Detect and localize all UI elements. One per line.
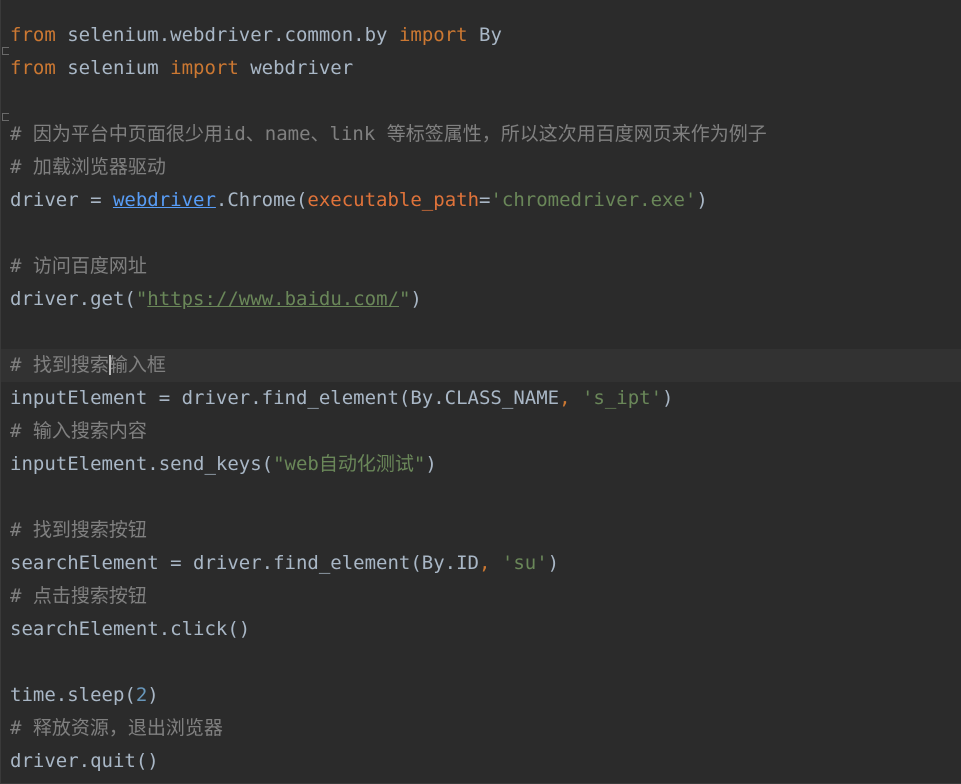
code-line[interactable] (10, 217, 961, 250)
code-token-url: https://www.baidu.com/ (147, 288, 399, 310)
code-line[interactable]: # 点击搜索按钮 (10, 580, 961, 613)
code-token-cm: # 释放资源，退出浏览器 (10, 717, 223, 739)
code-line[interactable] (10, 85, 961, 118)
code-line[interactable]: inputElement = driver.find_element(By.CL… (10, 382, 961, 415)
code-line[interactable]: # 输入搜索内容 (10, 415, 961, 448)
code-line[interactable]: searchElement = driver.find_element(By.I… (10, 547, 961, 580)
code-token-id: inputElement.send_keys( (10, 453, 274, 475)
code-token-kw: from (10, 57, 56, 79)
code-token-punc: , (559, 387, 582, 409)
code-line[interactable] (10, 481, 961, 514)
code-token-str: "web自动化测试" (273, 453, 426, 475)
code-token-id: ) (425, 453, 437, 475)
code-line[interactable]: from selenium import webdriver (10, 52, 961, 85)
code-token-id: selenium (55, 57, 171, 79)
code-token-cm: # 找到搜索按钮 (10, 519, 147, 541)
code-token-str: 'chromedriver.exe' (490, 189, 697, 211)
code-token-id: ) (547, 552, 560, 574)
code-line[interactable]: # 因为平台中页面很少用id、name、link 等标签属性，所以这次用百度网页… (10, 118, 961, 151)
code-token-str: 'su' (501, 552, 548, 574)
code-line[interactable]: # 加载浏览器驱动 (10, 151, 961, 184)
code-token-id: time.sleep( (10, 684, 136, 706)
code-token-id: driver.quit() (10, 750, 159, 772)
code-token-id: .Chrome( (215, 189, 308, 211)
code-line[interactable]: # 访问百度网址 (10, 250, 961, 283)
code-token-id: = (479, 189, 491, 211)
code-line-current[interactable]: # 找到搜索输入框 (1, 349, 961, 382)
code-token-link[interactable]: webdriver (113, 189, 216, 211)
code-token-id: inputElement = driver.find_element(By.CL… (10, 387, 560, 409)
code-token-kw: from (10, 24, 56, 46)
code-token-str: " (135, 288, 148, 310)
code-token-cm: # 找到搜索输入框 (10, 354, 166, 376)
code-token-num: 2 (135, 684, 148, 706)
code-editor[interactable]: from selenium.webdriver.common.by import… (0, 0, 961, 784)
code-token-cm: # 因为平台中页面很少用id、name、link 等标签属性，所以这次用百度网页… (10, 123, 767, 145)
code-line[interactable]: time.sleep(2) (10, 679, 961, 712)
code-line[interactable] (10, 646, 961, 679)
code-token-id: ) (147, 684, 159, 706)
code-line[interactable]: driver = webdriver.Chrome(executable_pat… (10, 184, 961, 217)
code-token-kw: import (398, 24, 468, 46)
code-token-cm: # 输入搜索内容 (10, 420, 147, 442)
code-line[interactable]: searchElement.click() (10, 613, 961, 646)
code-line[interactable]: # 释放资源，退出浏览器 (10, 712, 961, 745)
code-token-param: executable_path (307, 189, 480, 211)
code-token-id: driver.get( (10, 288, 136, 310)
code-token-id: selenium.webdriver.common.by (55, 24, 399, 46)
code-line[interactable]: from selenium.webdriver.common.by import… (10, 19, 961, 52)
text-caret (109, 355, 111, 375)
code-token-id: searchElement.click() (10, 618, 251, 640)
code-line[interactable]: driver.get("https://www.baidu.com/") (10, 283, 961, 316)
code-token-kw: import (170, 57, 239, 79)
code-token-id: ) (662, 387, 674, 409)
code-line[interactable] (10, 316, 961, 349)
code-line[interactable]: inputElement.send_keys("web自动化测试") (10, 448, 961, 481)
code-token-punc: , (479, 552, 502, 574)
code-token-id: webdriver (238, 57, 354, 79)
code-token-id: driver = (10, 189, 113, 211)
code-token-str: 's_ipt' (581, 387, 663, 409)
code-token-cm: # 点击搜索按钮 (10, 585, 147, 607)
fold-marker-icon[interactable] (2, 113, 9, 121)
code-token-str: " (398, 288, 411, 310)
code-token-cm: # 访问百度网址 (10, 255, 147, 277)
code-token-id: By (467, 24, 502, 46)
code-line[interactable]: # 找到搜索按钮 (10, 514, 961, 547)
fold-marker-icon[interactable] (2, 47, 9, 55)
code-line[interactable]: driver.quit() (10, 745, 961, 778)
code-token-id: ) (410, 288, 422, 310)
code-token-cm: # 加载浏览器驱动 (10, 156, 166, 178)
code-token-id: searchElement = driver.find_element(By.I… (10, 552, 479, 574)
code-token-id: ) (696, 189, 708, 211)
